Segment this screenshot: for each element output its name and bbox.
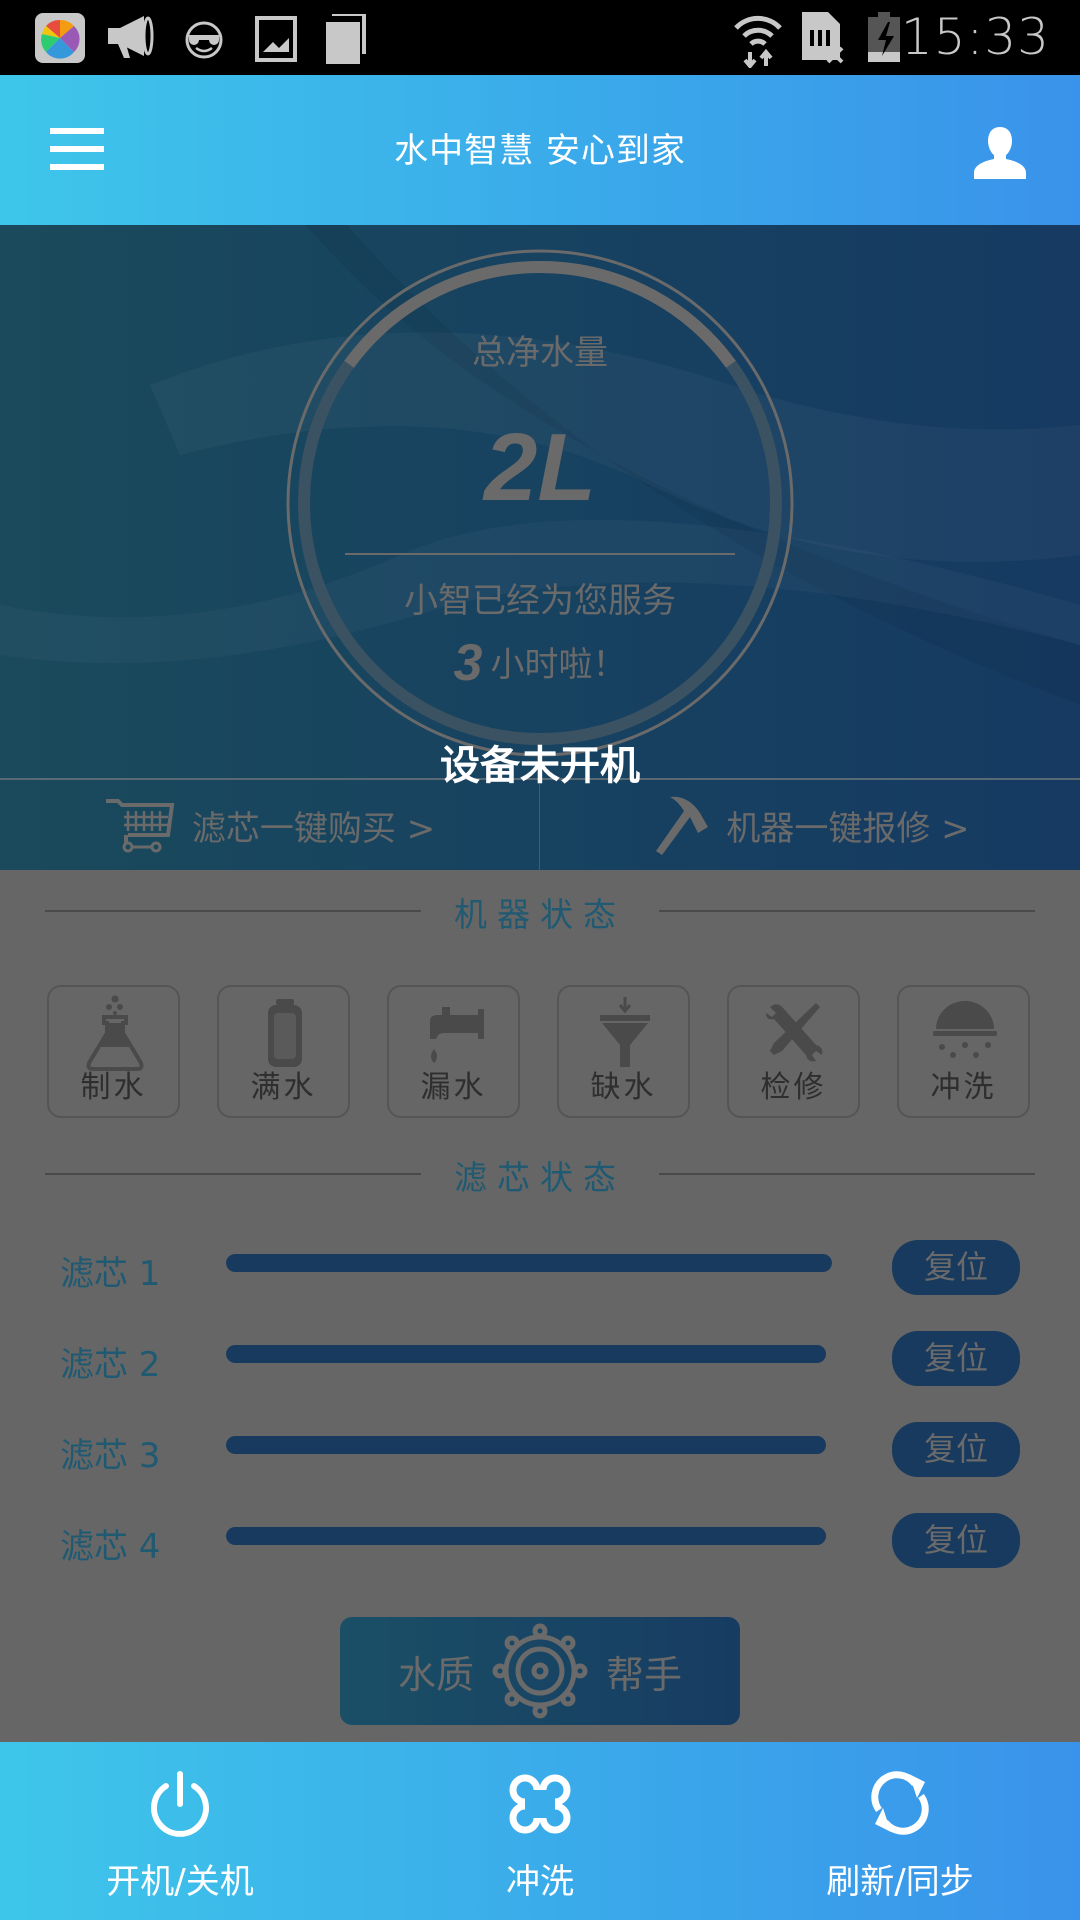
refresh-sync-icon — [871, 1771, 929, 1835]
status-tile-leak: 漏水 — [387, 985, 520, 1118]
reset-button[interactable]: 复位 — [892, 1331, 1020, 1386]
power-icon — [151, 1771, 209, 1837]
reset-button[interactable]: 复位 — [892, 1513, 1020, 1568]
machine-status-grid: 制水 满水 漏水 缺水 检修 冲洗 — [47, 985, 1033, 1120]
service-hours-suffix: 小时啦！ — [490, 645, 627, 685]
filter-life-fill — [226, 1254, 832, 1272]
filter-life-fill — [226, 1345, 826, 1363]
main-content: 总净水量 2L 小智已经为您服务 3 小时啦！ 滤芯一键购买 > 机器一键报修 … — [0, 225, 1080, 1742]
flush-icon — [509, 1774, 571, 1834]
status-tile-maintenance: 检修 — [727, 985, 860, 1118]
water-gauge: 总净水量 2L 小智已经为您服务 3 小时啦！ — [285, 248, 795, 758]
clock: 15:33 — [900, 8, 1050, 66]
gear-icon — [492, 1623, 588, 1719]
filter-row: 滤芯 3 复位 — [0, 1422, 1080, 1478]
hero-panel: 总净水量 2L 小智已经为您服务 3 小时啦！ — [0, 225, 1080, 778]
status-bar: 15:33 — [0, 0, 1080, 75]
filter-life-bar — [226, 1254, 832, 1272]
no-sim-icon — [802, 12, 844, 64]
faucet-leak-icon — [430, 1007, 484, 1063]
filter-life-bar — [226, 1527, 832, 1545]
app-store-icon — [35, 13, 85, 63]
filter-life-fill — [226, 1527, 826, 1545]
status-tile-low-water: 缺水 — [557, 985, 690, 1118]
device-off-message: 设备未开机 — [440, 743, 640, 789]
filter-name: 滤芯 2 — [60, 1345, 161, 1385]
water-tank-full-icon — [268, 999, 302, 1067]
service-text: 小智已经为您服务 — [404, 581, 676, 621]
repair-button[interactable]: 机器一键报修 > — [540, 780, 1080, 870]
flask-icon — [86, 995, 144, 1071]
status-tile-tank-full: 满水 — [217, 985, 350, 1118]
funnel-icon — [600, 997, 650, 1067]
hammer-icon — [656, 796, 709, 855]
buy-filter-label: 滤芯一键购买 > — [191, 808, 436, 849]
wifi-data-icon — [734, 15, 782, 68]
filter-name: 滤芯 3 — [60, 1436, 161, 1476]
gauge-title: 总净水量 — [472, 333, 608, 373]
gauge-value: 2L — [483, 414, 597, 521]
app-header: 水中智慧 安心到家 — [0, 75, 1080, 225]
service-hours: 3 小时啦！ — [285, 633, 795, 693]
filter-row: 滤芯 4 复位 — [0, 1513, 1080, 1569]
sunglasses-face-icon — [185, 21, 223, 59]
wrench-screwdriver-icon — [766, 1003, 823, 1062]
status-tile-making-water: 制水 — [47, 985, 180, 1118]
reset-button[interactable]: 复位 — [892, 1240, 1020, 1295]
megaphone-icon — [108, 16, 154, 58]
filter-row: 滤芯 2 复位 — [0, 1331, 1080, 1387]
page-title: 水中智慧 安心到家 — [394, 131, 686, 171]
shower-icon — [933, 1001, 997, 1058]
status-panel: 机器状态 制水 满水 漏水 缺水 检修 冲洗 滤芯状态 滤芯 1 复位 滤芯 2… — [0, 870, 1080, 1742]
quick-actions: 滤芯一键购买 > 机器一键报修 > — [0, 778, 1080, 870]
bottom-nav: 开机/关机 冲洗 刷新/同步 — [0, 1742, 1080, 1920]
filter-life-fill — [226, 1436, 826, 1454]
shopping-cart-icon — [105, 799, 175, 853]
filter-status-heading: 滤芯状态 — [45, 1153, 1035, 1197]
filter-life-bar — [226, 1436, 832, 1454]
machine-status-heading: 机器状态 — [45, 890, 1035, 934]
filter-name: 滤芯 4 — [60, 1527, 161, 1567]
filter-life-bar — [226, 1345, 832, 1363]
helper-label-left: 水质 — [397, 1652, 474, 1697]
reset-button[interactable]: 复位 — [892, 1422, 1020, 1477]
gauge-divider — [345, 553, 735, 555]
buy-filter-button[interactable]: 滤芯一键购买 > — [0, 780, 540, 870]
nav-refresh-button[interactable]: 刷新/同步 — [720, 1742, 1080, 1920]
status-tile-flush: 冲洗 — [897, 985, 1030, 1118]
water-quality-helper-button[interactable]: 水质 帮手 — [340, 1617, 740, 1725]
repair-label: 机器一键报修 > — [726, 808, 970, 849]
nav-power-button[interactable]: 开机/关机 — [0, 1742, 360, 1920]
nav-flush-button[interactable]: 冲洗 — [360, 1742, 720, 1920]
copy-icon — [326, 14, 366, 64]
filter-row: 滤芯 1 复位 — [0, 1240, 1080, 1296]
service-hours-value: 3 — [453, 634, 483, 692]
user-profile-icon[interactable] — [972, 125, 1028, 181]
filter-name: 滤芯 1 — [60, 1254, 161, 1294]
helper-label-right: 帮手 — [606, 1652, 683, 1697]
image-icon — [255, 16, 297, 62]
battery-charging-icon — [868, 12, 900, 62]
